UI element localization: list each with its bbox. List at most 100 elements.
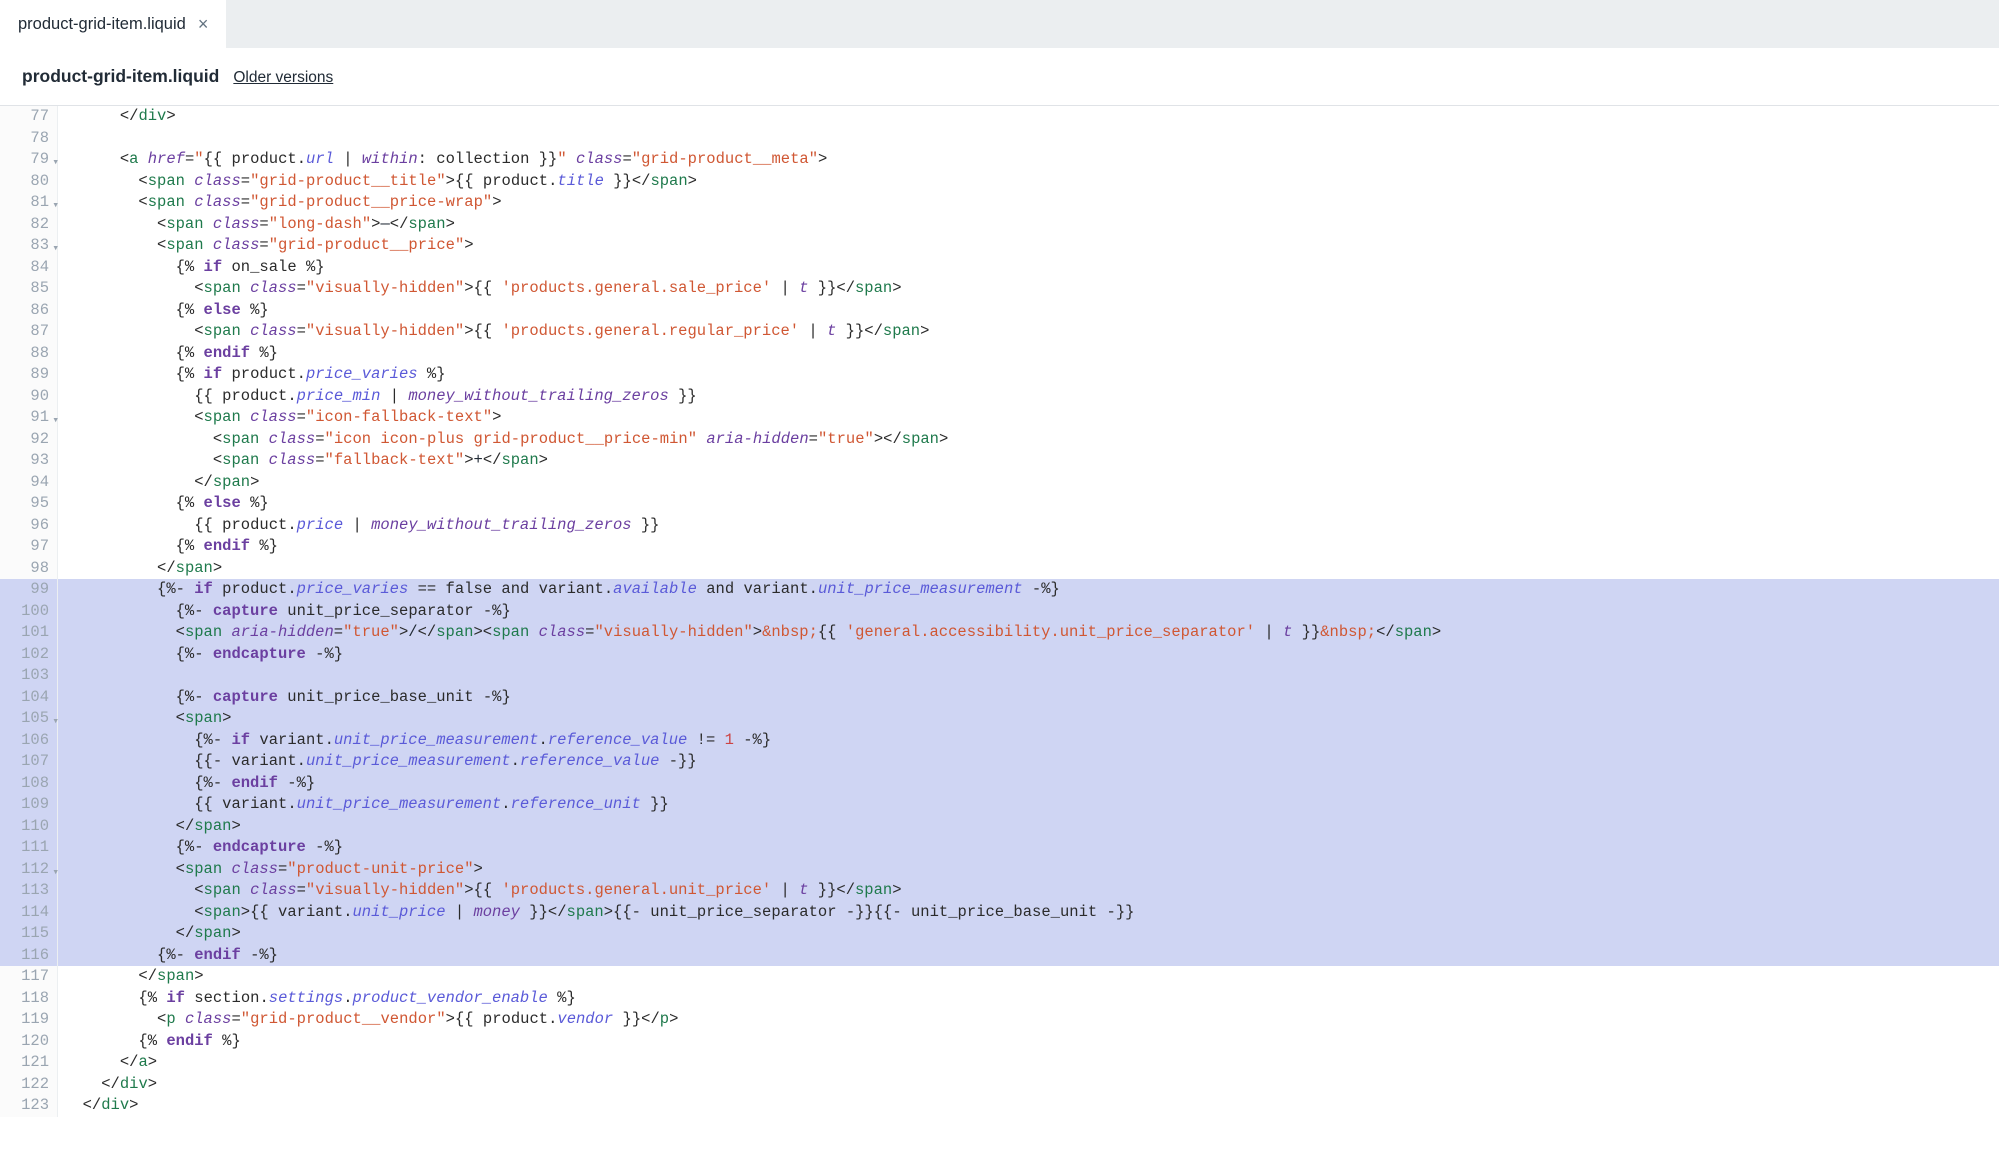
older-versions-link[interactable]: Older versions [233, 69, 333, 87]
code-content[interactable]: {% else %} [58, 300, 1999, 322]
code-line[interactable]: 92 <span class="icon icon-plus grid-prod… [0, 429, 1999, 451]
code-content[interactable]: {{ variant.unit_price_measurement.refere… [58, 794, 1999, 816]
code-line[interactable]: 85 <span class="visually-hidden">{{ 'pro… [0, 278, 1999, 300]
code-content[interactable]: <span class="icon icon-plus grid-product… [58, 429, 1999, 451]
code-content[interactable]: <span class="fallback-text">+</span> [58, 450, 1999, 472]
code-content[interactable]: <span class="long-dash">—</span> [58, 214, 1999, 236]
code-content[interactable]: </a> [58, 1052, 1999, 1074]
code-line[interactable]: 107 {{- variant.unit_price_measurement.r… [0, 751, 1999, 773]
code-line[interactable]: 86 {% else %} [0, 300, 1999, 322]
code-line[interactable]: 108 {%- endif -%} [0, 773, 1999, 795]
code-content[interactable]: <p class="grid-product__vendor">{{ produ… [58, 1009, 1999, 1031]
code-line[interactable]: 94 </span> [0, 472, 1999, 494]
code-line[interactable]: 77 </div> [0, 106, 1999, 128]
code-content[interactable]: {% endif %} [58, 343, 1999, 365]
code-content[interactable]: {%- endif -%} [58, 945, 1999, 967]
code-content[interactable]: </span> [58, 558, 1999, 580]
code-line[interactable]: 88 {% endif %} [0, 343, 1999, 365]
code-line[interactable]: 95 {% else %} [0, 493, 1999, 515]
code-content[interactable]: {{ product.price | money_without_trailin… [58, 515, 1999, 537]
code-line[interactable]: 109 {{ variant.unit_price_measurement.re… [0, 794, 1999, 816]
code-content[interactable]: {% if on_sale %} [58, 257, 1999, 279]
code-line[interactable]: 78 [0, 128, 1999, 150]
code-content[interactable]: {%- endcapture -%} [58, 837, 1999, 859]
code-line[interactable]: 116 {%- endif -%} [0, 945, 1999, 967]
code-content[interactable]: {%- endif -%} [58, 773, 1999, 795]
code-content[interactable]: </div> [58, 106, 1999, 128]
code-line[interactable]: 90 {{ product.price_min | money_without_… [0, 386, 1999, 408]
code-content[interactable]: </span> [58, 966, 1999, 988]
code-line[interactable]: 121 </a> [0, 1052, 1999, 1074]
code-line[interactable]: 93 <span class="fallback-text">+</span> [0, 450, 1999, 472]
code-content[interactable]: <span class="grid-product__price"> [58, 235, 1999, 257]
code-content[interactable] [58, 665, 1999, 687]
code-line[interactable]: 117 </span> [0, 966, 1999, 988]
code-content[interactable]: <span class="product-unit-price"> [58, 859, 1999, 881]
code-line[interactable]: 102 {%- endcapture -%} [0, 644, 1999, 666]
code-line[interactable]: 122 </div> [0, 1074, 1999, 1096]
code-content[interactable]: {%- capture unit_price_base_unit -%} [58, 687, 1999, 709]
code-line[interactable]: 110 </span> [0, 816, 1999, 838]
code-line[interactable]: 84 {% if on_sale %} [0, 257, 1999, 279]
code-line[interactable]: 96 {{ product.price | money_without_trai… [0, 515, 1999, 537]
code-line[interactable]: 82 <span class="long-dash">—</span> [0, 214, 1999, 236]
code-content[interactable] [58, 128, 1999, 150]
code-line[interactable]: 100 {%- capture unit_price_separator -%} [0, 601, 1999, 623]
code-line[interactable]: 79▾ <a href="{{ product.url | within: co… [0, 149, 1999, 171]
code-content[interactable]: {%- endcapture -%} [58, 644, 1999, 666]
code-content[interactable]: {% else %} [58, 493, 1999, 515]
code-content[interactable]: <span class="visually-hidden">{{ 'produc… [58, 880, 1999, 902]
file-subheader: product-grid-item.liquid Older versions [0, 48, 1999, 105]
code-line[interactable]: 105▾ <span> [0, 708, 1999, 730]
code-content[interactable]: <span class="icon-fallback-text"> [58, 407, 1999, 429]
code-content[interactable]: <span>{{ variant.unit_price | money }}</… [58, 902, 1999, 924]
code-content[interactable]: <span class="grid-product__price-wrap"> [58, 192, 1999, 214]
code-content[interactable]: </div> [58, 1074, 1999, 1096]
code-line[interactable]: 118 {% if section.settings.product_vendo… [0, 988, 1999, 1010]
code-content[interactable]: {%- if product.price_varies == false and… [58, 579, 1999, 601]
code-content[interactable]: {% endif %} [58, 536, 1999, 558]
code-line[interactable]: 83▾ <span class="grid-product__price"> [0, 235, 1999, 257]
code-content[interactable]: {% endif %} [58, 1031, 1999, 1053]
line-number: 103 [0, 665, 58, 687]
code-line[interactable]: 123 </div> [0, 1095, 1999, 1117]
close-icon[interactable]: × [198, 15, 209, 33]
code-line[interactable]: 89 {% if product.price_varies %} [0, 364, 1999, 386]
code-line[interactable]: 120 {% endif %} [0, 1031, 1999, 1053]
code-content[interactable]: <span class="visually-hidden">{{ 'produc… [58, 321, 1999, 343]
code-content[interactable]: <span class="grid-product__title">{{ pro… [58, 171, 1999, 193]
code-line[interactable]: 115 </span> [0, 923, 1999, 945]
code-line[interactable]: 112▾ <span class="product-unit-price"> [0, 859, 1999, 881]
code-content[interactable]: {%- capture unit_price_separator -%} [58, 601, 1999, 623]
code-line[interactable]: 97 {% endif %} [0, 536, 1999, 558]
code-line[interactable]: 119 <p class="grid-product__vendor">{{ p… [0, 1009, 1999, 1031]
code-content[interactable]: {%- if variant.unit_price_measurement.re… [58, 730, 1999, 752]
code-line[interactable]: 113 <span class="visually-hidden">{{ 'pr… [0, 880, 1999, 902]
code-content[interactable]: <span class="visually-hidden">{{ 'produc… [58, 278, 1999, 300]
code-line[interactable]: 87 <span class="visually-hidden">{{ 'pro… [0, 321, 1999, 343]
code-content[interactable]: {% if section.settings.product_vendor_en… [58, 988, 1999, 1010]
tab-active[interactable]: product-grid-item.liquid × [0, 0, 226, 48]
code-content[interactable]: <span> [58, 708, 1999, 730]
code-content[interactable]: </span> [58, 472, 1999, 494]
code-line[interactable]: 104 {%- capture unit_price_base_unit -%} [0, 687, 1999, 709]
code-editor[interactable]: 77 </div>78 79▾ <a href="{{ product.url … [0, 105, 1999, 1117]
code-line[interactable]: 106 {%- if variant.unit_price_measuremen… [0, 730, 1999, 752]
code-content[interactable]: {% if product.price_varies %} [58, 364, 1999, 386]
code-content[interactable]: </span> [58, 923, 1999, 945]
code-line[interactable]: 111 {%- endcapture -%} [0, 837, 1999, 859]
code-content[interactable]: {{- variant.unit_price_measurement.refer… [58, 751, 1999, 773]
code-content[interactable]: </div> [58, 1095, 1999, 1117]
code-content[interactable]: {{ product.price_min | money_without_tra… [58, 386, 1999, 408]
code-content[interactable]: </span> [58, 816, 1999, 838]
code-line[interactable]: 103 [0, 665, 1999, 687]
code-line[interactable]: 114 <span>{{ variant.unit_price | money … [0, 902, 1999, 924]
code-line[interactable]: 80 <span class="grid-product__title">{{ … [0, 171, 1999, 193]
code-content[interactable]: <span aria-hidden="true">/</span><span c… [58, 622, 1999, 644]
code-line[interactable]: 91▾ <span class="icon-fallback-text"> [0, 407, 1999, 429]
code-line[interactable]: 98 </span> [0, 558, 1999, 580]
code-line[interactable]: 81▾ <span class="grid-product__price-wra… [0, 192, 1999, 214]
code-line[interactable]: 99 {%- if product.price_varies == false … [0, 579, 1999, 601]
code-line[interactable]: 101 <span aria-hidden="true">/</span><sp… [0, 622, 1999, 644]
code-content[interactable]: <a href="{{ product.url | within: collec… [58, 149, 1999, 171]
